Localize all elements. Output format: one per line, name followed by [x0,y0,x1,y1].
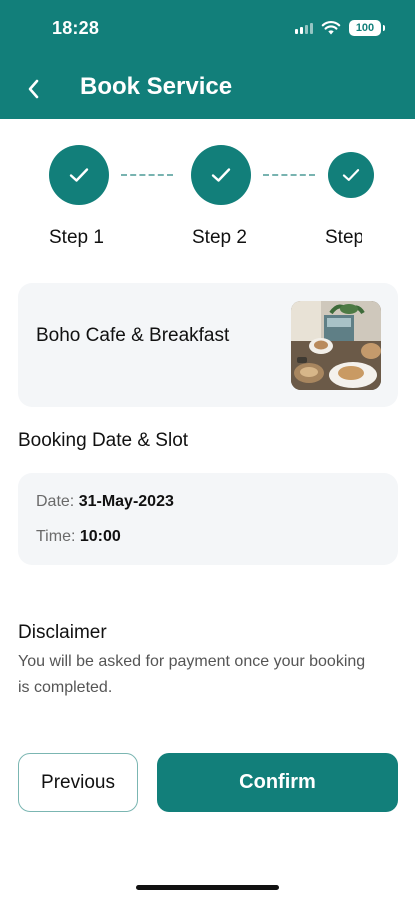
date-label: Date: [36,493,75,510]
chevron-left-icon [28,79,39,99]
step-1-indicator [49,145,109,205]
cellular-signal-icon [295,22,313,34]
progress-stepper: Step 1 Step 2 Step 3 [0,145,415,255]
checkmark-icon [69,168,89,182]
step-3-label: Step 3 [325,227,362,248]
status-icons: 100 [295,18,385,38]
previous-button[interactable]: Previous [18,753,138,812]
disclaimer-text: You will be asked for payment once your … [18,653,366,696]
service-image [291,301,381,390]
wifi-icon [321,21,341,35]
page-title: Book Service [80,73,233,100]
service-name: Boho Cafe & Breakfast [36,325,230,346]
battery-icon: 100 [349,20,385,36]
confirm-button[interactable]: Confirm [157,753,398,812]
status-bar: 18:28 100 [0,0,415,58]
status-time: 18:28 [52,18,100,38]
booking-section-title: Booking Date & Slot [18,430,189,451]
step-2-indicator [191,145,251,205]
home-indicator[interactable] [136,885,279,890]
time-label: Time: [36,528,76,545]
step-3-indicator [328,152,374,198]
back-button[interactable] [18,72,48,106]
booking-date-row: Date: 31-May-2023 [36,493,174,511]
checkmark-icon [211,168,231,182]
step-2-label: Step 2 [192,227,247,248]
service-card: Boho Cafe & Breakfast [18,283,398,407]
step-1-label: Step 1 [49,227,104,248]
booking-details-card: Date: 31-May-2023 Time: 10:00 [18,473,398,565]
step-connector [121,174,173,176]
time-value: 10:00 [79,528,121,545]
step-connector [263,174,315,176]
date-value: 31-May-2023 [78,493,174,510]
disclaimer-title: Disclaimer [18,622,107,643]
checkmark-icon [342,169,360,181]
cafe-breakfast-photo [291,301,381,390]
app-header: 18:28 100 Book Service [0,0,415,119]
booking-time-row: Time: 10:00 [36,528,121,546]
